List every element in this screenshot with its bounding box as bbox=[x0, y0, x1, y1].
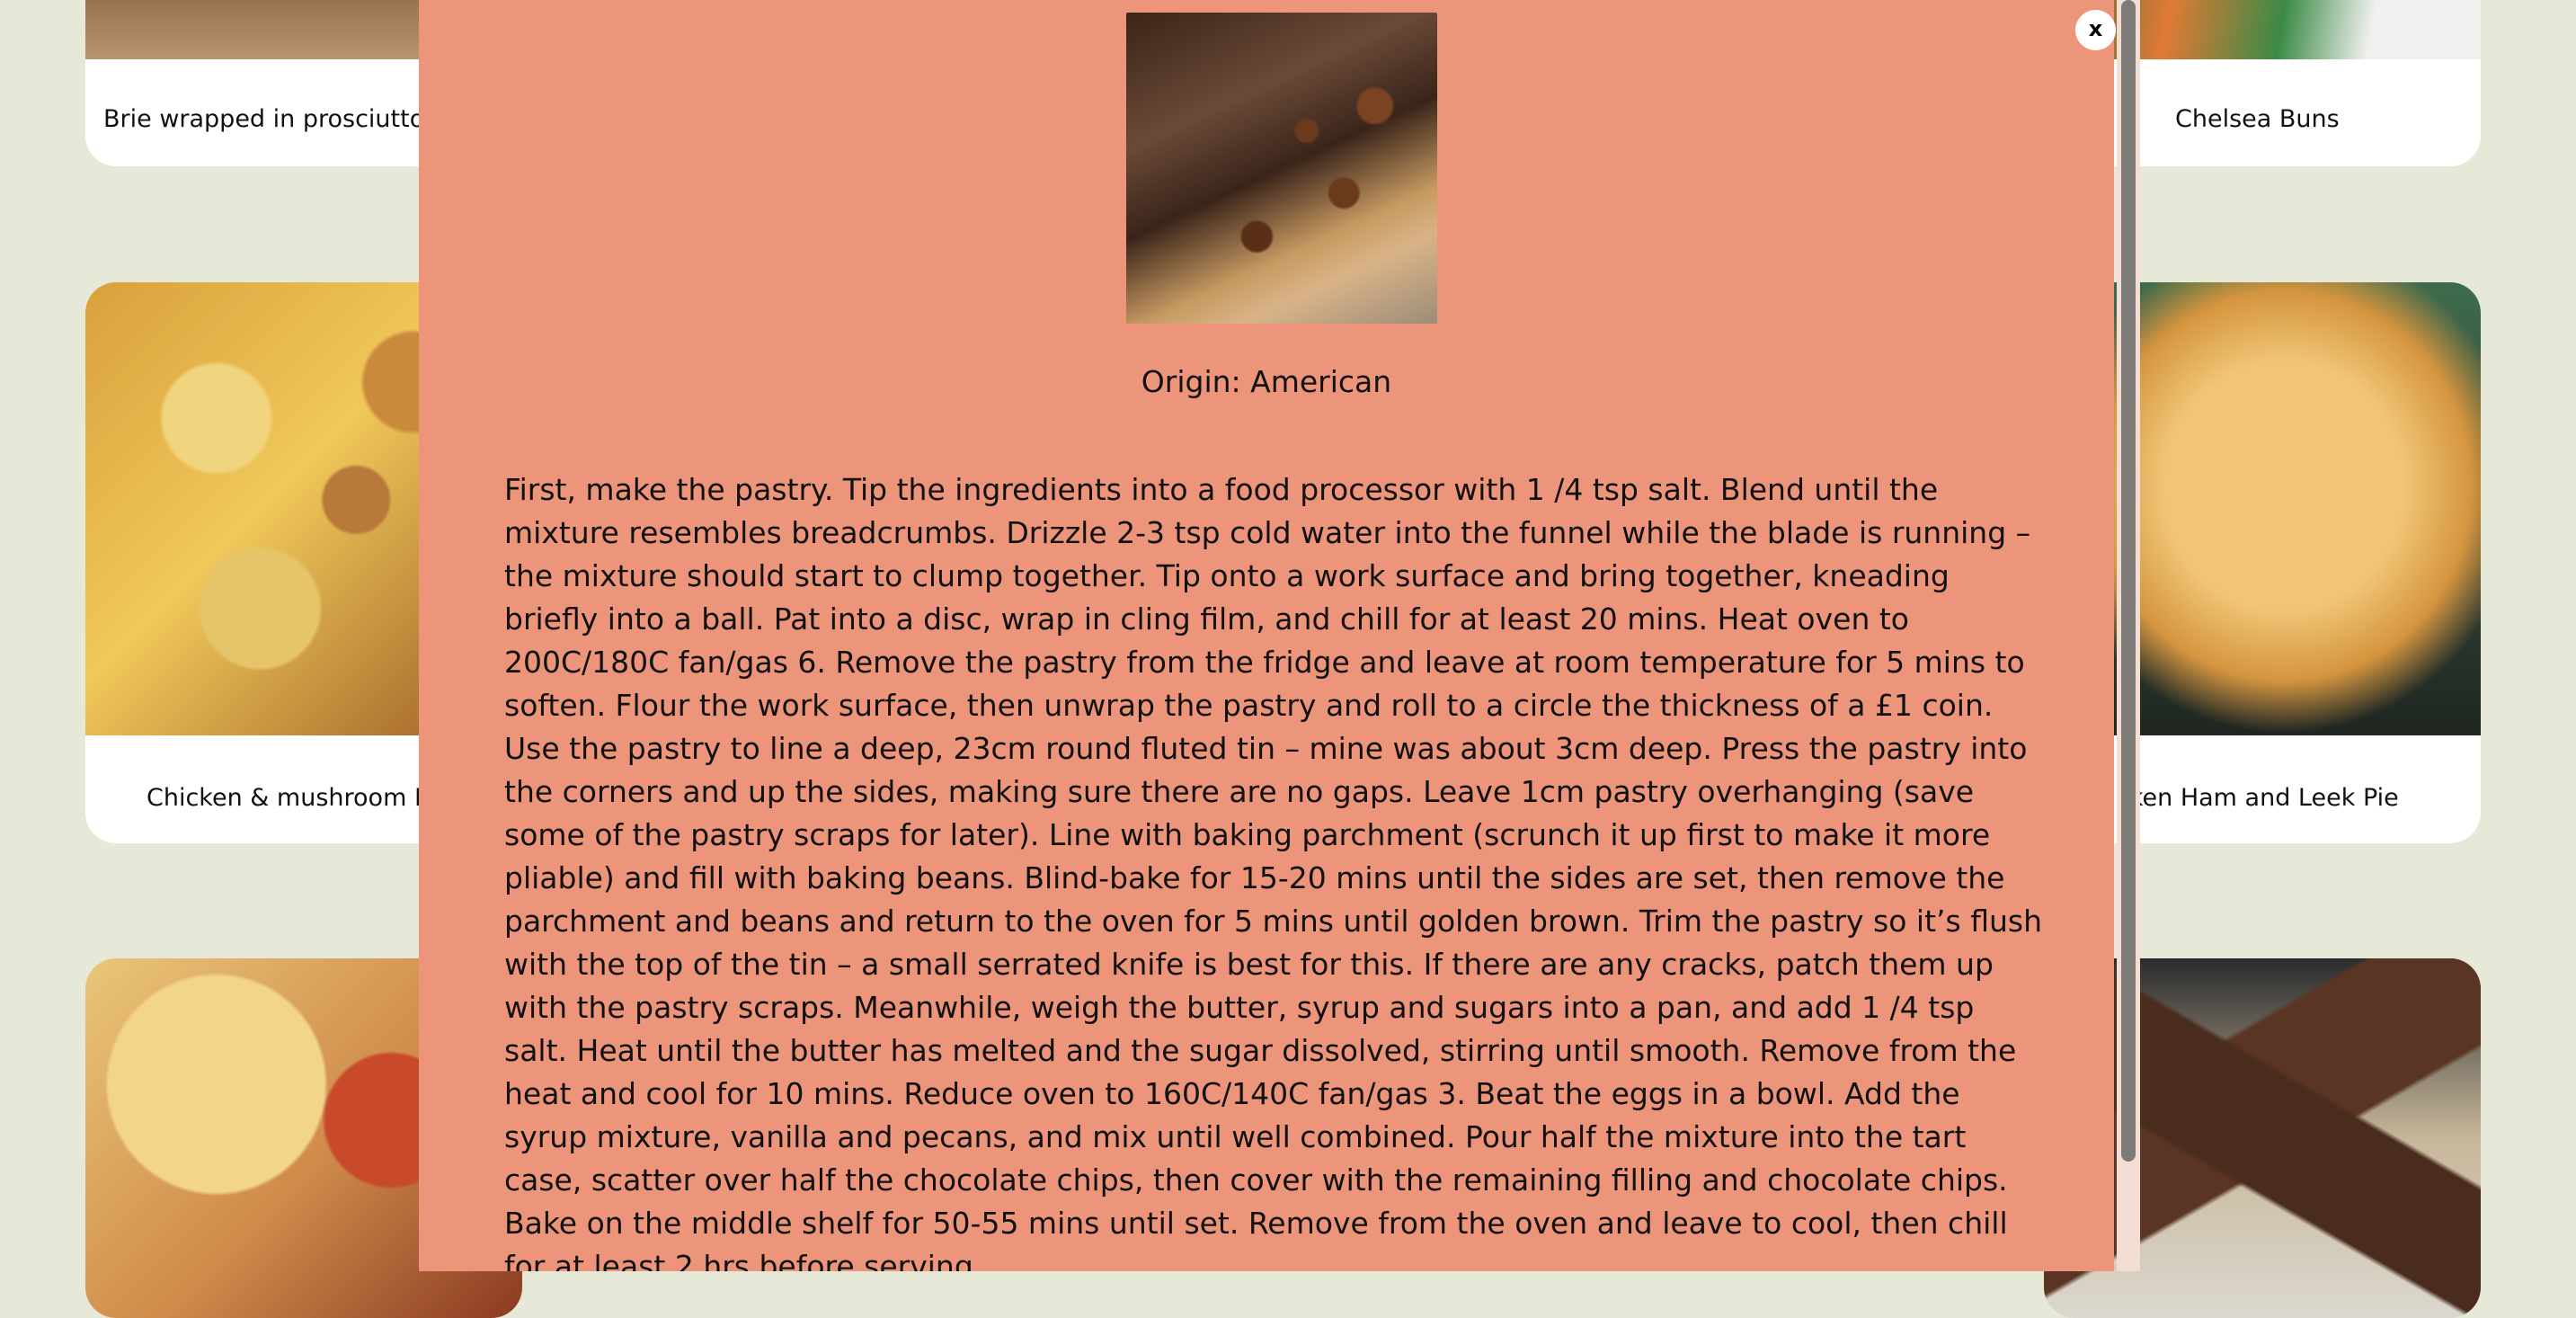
modal-scrollbar[interactable] bbox=[2117, 0, 2140, 1271]
recipe-card-title: cken Ham and Leek Pie bbox=[2116, 784, 2399, 812]
close-button[interactable]: x bbox=[2075, 10, 2116, 50]
dish-image bbox=[1126, 13, 1437, 324]
recipe-instructions: First, make the pastry. Tip the ingredie… bbox=[504, 472, 2043, 1271]
recipe-modal: Origin: American First, make the pastry.… bbox=[419, 0, 2116, 1271]
scrollbar-thumb[interactable] bbox=[2121, 0, 2136, 1162]
recipe-origin: Origin: American bbox=[1141, 364, 1392, 399]
modal-content[interactable]: Origin: American First, make the pastry.… bbox=[419, 0, 2114, 1271]
recipe-card-title: Chelsea Buns bbox=[2175, 105, 2340, 133]
